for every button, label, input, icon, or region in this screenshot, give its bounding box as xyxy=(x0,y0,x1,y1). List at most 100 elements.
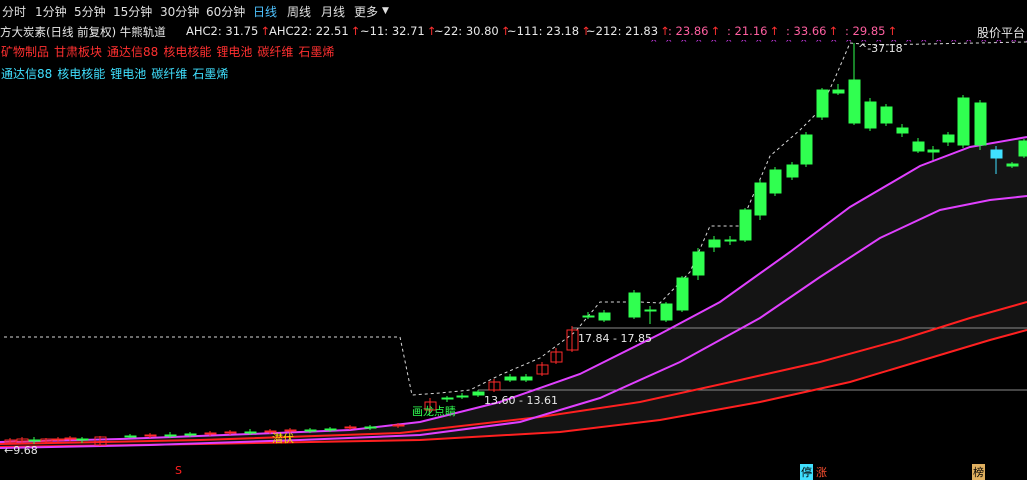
indicator-value: 30.80 xyxy=(465,24,499,38)
candle-body xyxy=(974,102,987,146)
candle-body xyxy=(708,239,721,248)
extra-value-text: 33.66 xyxy=(793,24,827,38)
x-marker: × xyxy=(965,40,973,45)
candle-body xyxy=(990,149,1003,159)
concept-tag[interactable]: 锂电池 xyxy=(110,67,146,81)
tab-daily[interactable]: 日线 xyxy=(253,3,277,20)
candle-body xyxy=(28,439,41,442)
x-marker: × xyxy=(980,40,988,45)
tab-weekly[interactable]: 周线 xyxy=(287,3,311,20)
candle-body xyxy=(520,376,533,381)
x-marker: × xyxy=(800,40,808,45)
x-marker: × xyxy=(830,40,838,45)
stock-title: 方大炭素(日线 前复权) 牛熊轨道 xyxy=(0,25,166,39)
candle-body xyxy=(880,106,893,124)
x-marker: × xyxy=(905,40,913,45)
candle-body xyxy=(786,164,799,178)
indicator-ma11: ~11: 32.71 ↑ xyxy=(360,24,437,38)
tab-monthly[interactable]: 月线 xyxy=(321,3,345,20)
indicator-ma22: ~22: 30.80 ↑ xyxy=(434,24,511,38)
candle-body xyxy=(864,101,877,129)
candle-body xyxy=(304,429,317,432)
candle-body xyxy=(739,209,752,241)
x-marker: × xyxy=(995,40,1003,45)
tab-15min[interactable]: 15分钟 xyxy=(113,3,152,20)
candle-body xyxy=(1006,163,1019,167)
candle-body xyxy=(164,434,177,437)
tab-60min[interactable]: 60分钟 xyxy=(206,3,245,20)
indicator-name: ~212 xyxy=(586,24,618,38)
candle-body xyxy=(441,397,454,400)
tab-fenshi[interactable]: 分时 xyxy=(2,3,26,20)
extra-value-text: 21.16 xyxy=(734,24,768,38)
indicator-value: 31.75 xyxy=(225,24,259,38)
concept-tag[interactable]: 甘肃板块 xyxy=(54,45,102,59)
concept-tag[interactable]: 核电核能 xyxy=(163,45,211,59)
candle-body xyxy=(364,426,377,429)
platform-range-upper: 17.84 - 17.85 xyxy=(578,332,652,345)
concept-tag[interactable]: 锂电池 xyxy=(216,45,252,59)
arrow-up-icon: ↑ xyxy=(350,24,361,38)
candle-body xyxy=(472,391,485,396)
x-marker: × xyxy=(1010,40,1018,45)
candle-body xyxy=(204,432,217,435)
candlestick-chart[interactable]: ×××××××××××××××××××××××××× ^-37.1817.84 … xyxy=(0,40,1027,480)
indicator-name: ~11 xyxy=(360,24,385,38)
more-chevron-icon[interactable]: ▼ xyxy=(382,6,389,16)
candle-body xyxy=(832,89,845,94)
indicator-header: 方大炭素(日线 前复权) 牛熊轨道 AHC2: 31.75 ↑ AHC22: 22… xyxy=(0,22,1027,40)
concept-tag[interactable]: 通达信88 xyxy=(1,67,52,81)
candle-body xyxy=(344,426,357,429)
candle-body xyxy=(224,431,237,434)
extra-value-text: 29.85 xyxy=(852,24,886,38)
concept-tags-primary: 矿物制品 甘肃板块 通达信88 核电核能 锂电池 碳纤维 石墨烯 xyxy=(1,43,339,60)
extra-value-3: : 33.66 ↑ xyxy=(786,24,839,38)
concept-tag[interactable]: 矿物制品 xyxy=(1,45,49,59)
concept-tag[interactable]: 核电核能 xyxy=(57,67,105,81)
candle-body xyxy=(692,251,705,276)
indicator-ahc2: AHC2: 31.75 ↑ xyxy=(186,24,270,38)
x-marker: × xyxy=(950,40,958,45)
tab-more[interactable]: 更多 xyxy=(354,3,378,20)
indicator-name: AHC2 xyxy=(186,24,218,38)
tab-1min[interactable]: 1分钟 xyxy=(35,3,67,20)
tab-30min[interactable]: 30分钟 xyxy=(160,3,199,20)
indicator-value: 23.18 xyxy=(546,24,580,38)
x-marker: × xyxy=(665,40,673,45)
low-price-label: ←9.68 xyxy=(4,444,38,457)
extra-value-1: : 23.86 ↑ xyxy=(668,24,721,38)
x-marker: × xyxy=(755,40,763,45)
concept-tag[interactable]: 石墨烯 xyxy=(192,67,228,81)
x-marker: × xyxy=(845,40,853,45)
tab-5min[interactable]: 5分钟 xyxy=(74,3,106,20)
x-marker: × xyxy=(710,40,718,45)
indicator-name: ~111 xyxy=(507,24,539,38)
x-marker: × xyxy=(935,40,943,45)
indicator-ma212: ~212: 21.83 ↑ xyxy=(586,24,670,38)
signal-start-label: 画龙点睛 xyxy=(412,405,456,418)
x-marker: × xyxy=(680,40,688,45)
x-marker: × xyxy=(815,40,823,45)
period-toolbar: 分时 1分钟 5分钟 15分钟 30分钟 60分钟 日线 周线 月线 更多 ▼ xyxy=(0,0,1027,22)
candle-body xyxy=(848,79,861,124)
concept-tag[interactable]: 碳纤维 xyxy=(257,45,293,59)
candle-body xyxy=(284,429,297,432)
x-marker: × xyxy=(740,40,748,45)
candle-body xyxy=(628,292,641,318)
candle-body xyxy=(144,434,157,437)
concept-tag[interactable]: 碳纤维 xyxy=(151,67,187,81)
candle-body xyxy=(644,309,657,312)
extra-value-2: : 21.16 ↑ xyxy=(727,24,780,38)
candle-body xyxy=(724,239,737,242)
arrow-up-icon: ↑ xyxy=(769,24,780,38)
candle-body xyxy=(52,438,65,441)
candle-body xyxy=(927,149,940,153)
indicator-value: 32.71 xyxy=(391,24,425,38)
candle-body xyxy=(942,134,955,143)
candle-body xyxy=(324,428,337,431)
candle-body xyxy=(800,134,813,165)
concept-tag[interactable]: 石墨烯 xyxy=(298,45,334,59)
candle-body xyxy=(754,182,767,216)
concept-tag[interactable]: 通达信88 xyxy=(107,45,158,59)
indicator-name: AHC22 xyxy=(269,24,309,38)
